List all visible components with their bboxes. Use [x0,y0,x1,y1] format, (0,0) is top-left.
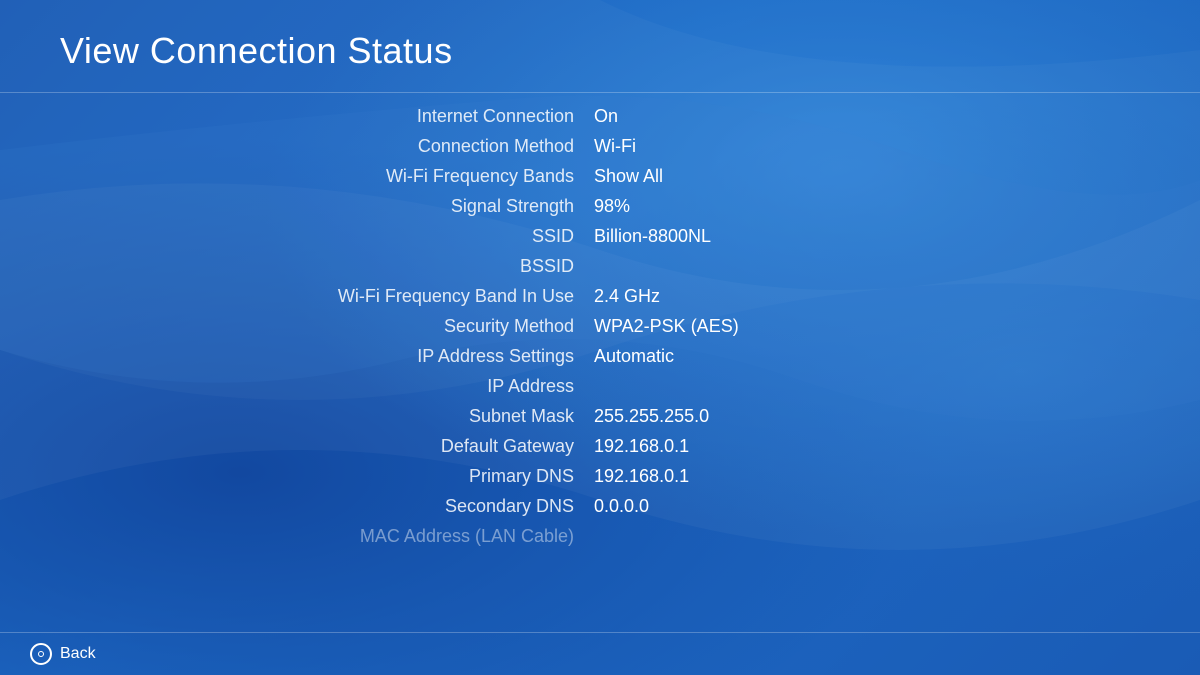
row-value: Show All [590,166,663,187]
table-row: Wi-Fi Frequency BandsShow All [0,161,1200,191]
page-title: View Connection Status [60,30,1140,72]
table-row: Signal Strength98% [0,191,1200,221]
table-row: Default Gateway192.168.0.1 [0,431,1200,461]
table-row: Secondary DNS0.0.0.0 [0,491,1200,521]
footer: Back [0,632,1200,675]
row-value: On [590,106,618,127]
table-row: MAC Address (LAN Cable) [0,521,1200,551]
circle-icon [30,643,52,665]
row-value: WPA2-PSK (AES) [590,316,739,337]
table-row: IP Address [0,371,1200,401]
row-label: Subnet Mask [0,406,590,427]
row-label: Primary DNS [0,466,590,487]
table-row: Internet ConnectionOn [0,101,1200,131]
table-row: Primary DNS192.168.0.1 [0,461,1200,491]
row-label: Secondary DNS [0,496,590,517]
row-value: 255.255.255.0 [590,406,709,427]
row-value: Wi-Fi [590,136,636,157]
back-label: Back [60,645,96,663]
row-label: Internet Connection [0,106,590,127]
table-row: SSIDBillion-8800NL [0,221,1200,251]
row-label: Security Method [0,316,590,337]
row-label: SSID [0,226,590,247]
row-label: Signal Strength [0,196,590,217]
row-value: Billion-8800NL [590,226,711,247]
row-value: 98% [590,196,630,217]
row-label: Wi-Fi Frequency Bands [0,166,590,187]
table-row: Security MethodWPA2-PSK (AES) [0,311,1200,341]
row-label: BSSID [0,256,590,277]
row-label: Connection Method [0,136,590,157]
row-value: 2.4 GHz [590,286,660,307]
row-label: Wi-Fi Frequency Band In Use [0,286,590,307]
row-value: 192.168.0.1 [590,466,689,487]
table-row: Subnet Mask255.255.255.0 [0,401,1200,431]
row-label: MAC Address (LAN Cable) [0,526,590,547]
table-row: IP Address SettingsAutomatic [0,341,1200,371]
title-bar: View Connection Status [0,0,1200,93]
circle-inner-dot [38,651,44,657]
row-value: 0.0.0.0 [590,496,649,517]
table-row: BSSID [0,251,1200,281]
back-button[interactable]: Back [30,643,96,665]
row-value: Automatic [590,346,674,367]
table-row: Connection MethodWi-Fi [0,131,1200,161]
row-value: 192.168.0.1 [590,436,689,457]
row-label: IP Address [0,376,590,397]
status-table: Internet ConnectionOnConnection MethodWi… [0,93,1200,632]
row-label: IP Address Settings [0,346,590,367]
table-row: Wi-Fi Frequency Band In Use2.4 GHz [0,281,1200,311]
row-label: Default Gateway [0,436,590,457]
